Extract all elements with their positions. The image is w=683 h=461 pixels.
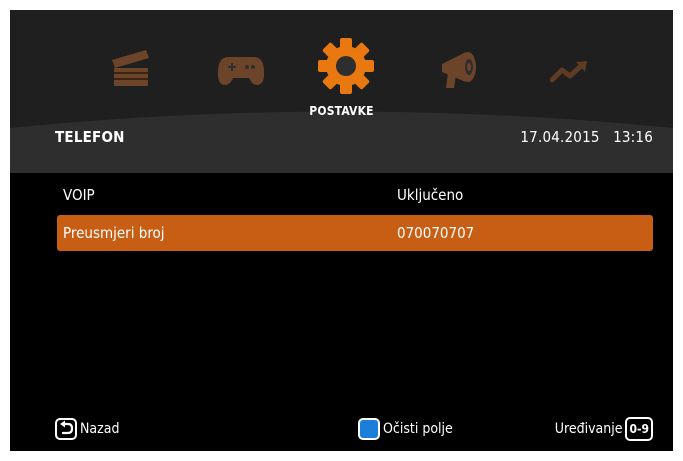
row-value: Uključeno xyxy=(397,186,464,204)
tv-screen: POSTAVKE TELEFON 17.04.2015 13:16 VOIP U… xyxy=(10,10,673,451)
row-label: Preusmjeri broj xyxy=(63,224,165,242)
row-label: VOIP xyxy=(63,186,95,204)
edit-label: Uređivanje xyxy=(554,421,623,437)
megaphone-icon[interactable] xyxy=(438,48,484,90)
trend-arrow-icon[interactable] xyxy=(550,60,588,84)
date-text: 17.04.2015 xyxy=(520,128,600,146)
gear-icon[interactable] xyxy=(318,38,374,94)
clear-field-button[interactable]: Očisti polje xyxy=(358,417,453,441)
clapperboard-icon[interactable] xyxy=(110,48,152,88)
gamepad-icon[interactable] xyxy=(216,54,266,88)
clear-label: Očisti polje xyxy=(383,421,453,437)
back-label: Nazad xyxy=(80,421,120,437)
active-menu-label: POSTAVKE xyxy=(309,104,374,118)
settings-row-forward-number[interactable]: Preusmjeri broj 070070707 xyxy=(57,215,653,251)
back-button[interactable]: Nazad xyxy=(55,417,119,441)
settings-row-voip[interactable]: VOIP Uključeno xyxy=(57,177,653,213)
back-key-icon xyxy=(55,418,77,440)
datetime: 17.04.2015 13:16 xyxy=(520,128,653,146)
number-keys-badge: 0-9 xyxy=(625,417,653,441)
blue-key-icon xyxy=(358,418,380,440)
time-text: 13:16 xyxy=(613,128,653,146)
page-title: TELEFON xyxy=(55,128,125,146)
row-value: 070070707 xyxy=(397,224,475,242)
edit-button[interactable]: Uređivanje 0-9 xyxy=(555,417,653,441)
